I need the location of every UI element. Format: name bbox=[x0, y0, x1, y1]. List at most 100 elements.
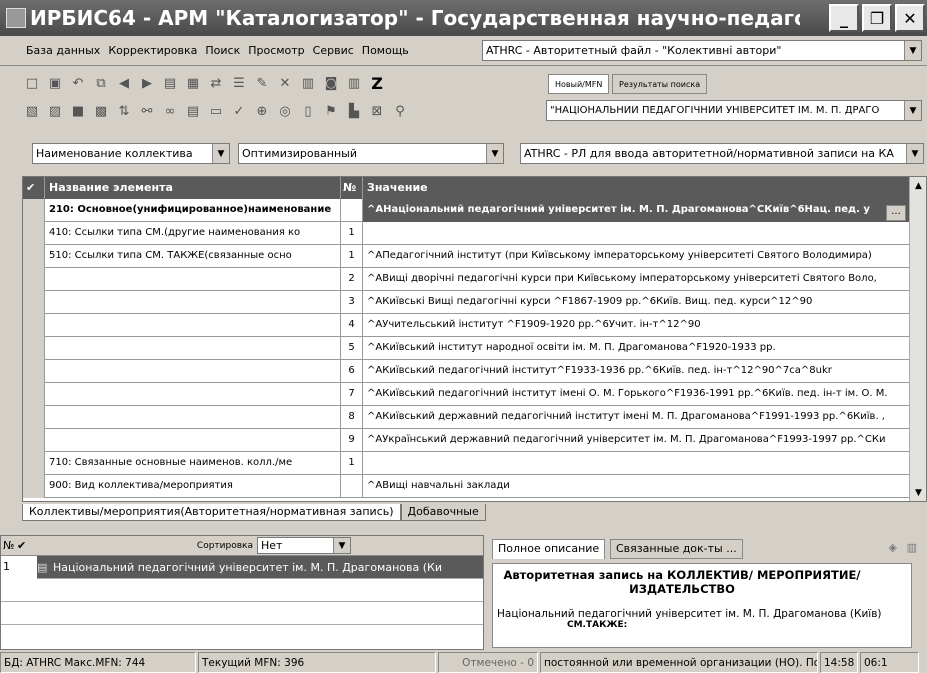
color-icon[interactable]: ■ bbox=[68, 101, 88, 121]
grid-scrollbar[interactable]: ▲ ▼ bbox=[909, 177, 926, 501]
occurrence-cell[interactable]: 7 bbox=[341, 383, 363, 406]
minimize-button[interactable]: _ bbox=[829, 4, 859, 32]
check-icon[interactable]: ✓ bbox=[229, 101, 249, 121]
field-name-cell[interactable]: 210: Основное(унифицированное)наименован… bbox=[45, 199, 341, 222]
field-name-cell[interactable]: 710: Связанные основные наименов. колл./… bbox=[45, 452, 341, 475]
maximize-button[interactable]: ❐ bbox=[862, 4, 892, 32]
header-name[interactable]: Название элемента bbox=[45, 177, 341, 199]
list-icon[interactable]: ☰ bbox=[229, 73, 249, 93]
new-record-icon[interactable]: □ bbox=[22, 73, 42, 93]
field-name-cell[interactable] bbox=[45, 291, 341, 314]
field-name-cell[interactable]: 410: Ссылки типа СМ.(другие наименования… bbox=[45, 222, 341, 245]
sort-icon[interactable]: ⇅ bbox=[114, 101, 134, 121]
chevron-down-icon[interactable]: ▼ bbox=[904, 101, 921, 120]
grid-icon[interactable]: ▦ bbox=[183, 73, 203, 93]
field-name-cell[interactable] bbox=[45, 268, 341, 291]
view-icon[interactable]: ◎ bbox=[275, 101, 295, 121]
tab-new-mfn[interactable]: Новый/MFN bbox=[548, 74, 610, 94]
field-name-cell[interactable]: 510: Ссылки типа СМ. ТАКЖЕ(связанные осн… bbox=[45, 245, 341, 268]
mode-select[interactable]: Оптимизированный ▼ bbox=[238, 143, 504, 164]
occurrence-cell[interactable]: 5 bbox=[341, 337, 363, 360]
table-row[interactable]: 710: Связанные основные наименов. колл./… bbox=[23, 452, 911, 475]
occurrence-cell[interactable]: 1 bbox=[341, 222, 363, 245]
pattern-icon[interactable]: ▩ bbox=[91, 101, 111, 121]
tab-related-docs[interactable]: Связанные док-ты ... bbox=[610, 539, 743, 559]
scroll-down-icon[interactable]: ▼ bbox=[910, 484, 926, 501]
database-select[interactable]: ATHRC - Авторитетный файл - "Колективні … bbox=[482, 40, 922, 61]
table-row[interactable]: 3 ^AКиївські Вищі педагогічні курси ^F186… bbox=[23, 291, 911, 314]
folder-icon[interactable]: ▭ bbox=[206, 101, 226, 121]
table-row[interactable]: 2 ^AВищі дворічні педагогічні курси при К… bbox=[23, 268, 911, 291]
replace-icon[interactable]: ⇄ bbox=[206, 73, 226, 93]
field-name-cell[interactable] bbox=[45, 360, 341, 383]
menu-service[interactable]: Сервис bbox=[309, 44, 358, 57]
search-result-select[interactable]: "НАЦІОНАЛЬНИЙ ПЕДАГОГІЧНИЙ УНІВЕРСИТЕТ І… bbox=[546, 100, 922, 121]
chevron-down-icon[interactable]: ▼ bbox=[212, 144, 229, 163]
bookmark-icon[interactable]: ⚑ bbox=[321, 101, 341, 121]
field-value-cell[interactable]: ^AКиївський інститут народної освіти ім.… bbox=[363, 337, 911, 360]
field-name-cell[interactable]: 900: Вид коллектива/мероприятия bbox=[45, 475, 341, 498]
chevron-down-icon[interactable]: ▼ bbox=[333, 538, 350, 553]
occurrence-cell[interactable]: 1 bbox=[341, 245, 363, 268]
tab-additional[interactable]: Добавочные bbox=[400, 504, 486, 521]
table-row[interactable]: 6 ^AКиївський педагогічний інститут^F1933… bbox=[23, 360, 911, 383]
tag-icon[interactable]: ◈ bbox=[889, 541, 897, 554]
occurrence-cell[interactable]: 2 bbox=[341, 268, 363, 291]
bind-icon[interactable]: ∞ bbox=[160, 101, 180, 121]
tab-full-description[interactable]: Полное описание bbox=[492, 539, 606, 559]
chevron-down-icon[interactable]: ▼ bbox=[906, 144, 923, 163]
field-value-cell[interactable]: ^AКиївський державний педагогічний інсти… bbox=[363, 406, 911, 429]
occurrence-cell[interactable] bbox=[341, 475, 363, 498]
menu-view[interactable]: Просмотр bbox=[244, 44, 308, 57]
tool-icon[interactable]: ▤ bbox=[160, 73, 180, 93]
chart-icon[interactable]: ▙ bbox=[344, 101, 364, 121]
tab-search-results[interactable]: Результаты поиска bbox=[612, 74, 708, 94]
table-row[interactable]: 4 ^AУчительський інститут ^F1909-1920 рр.… bbox=[23, 314, 911, 337]
menu-database[interactable]: База данных bbox=[22, 44, 104, 57]
chevron-down-icon[interactable]: ▼ bbox=[486, 144, 503, 163]
format2-icon[interactable]: ▨ bbox=[45, 101, 65, 121]
table-row[interactable]: 8 ^AКиївський державний педагогічний інст… bbox=[23, 406, 911, 429]
table-row[interactable]: 510: Ссылки типа СМ. ТАКЖЕ(связанные осн… bbox=[23, 245, 911, 268]
field-name-cell[interactable] bbox=[45, 383, 341, 406]
table-row[interactable]: 5 ^AКиївський інститут народної освіти ім… bbox=[23, 337, 911, 360]
copy-icon[interactable]: ⧉ bbox=[91, 73, 111, 93]
export-icon[interactable]: ◙ bbox=[321, 73, 341, 93]
book-icon[interactable]: ▤ bbox=[183, 101, 203, 121]
header-num[interactable]: № bbox=[341, 177, 363, 199]
table-row[interactable]: 9 ^AУкраїнський державний педагогічний ун… bbox=[23, 429, 911, 452]
field-value-cell[interactable]: ^AКиївський педагогічний інститут^F1933-… bbox=[363, 360, 911, 383]
field-value-cell[interactable]: ^AКиївський педагогічний інститут імені … bbox=[363, 383, 911, 406]
occurrence-cell[interactable]: 3 bbox=[341, 291, 363, 314]
field-value-cell[interactable]: ^AУкраїнський державний педагогічний уні… bbox=[363, 429, 911, 452]
field-name-cell[interactable] bbox=[45, 314, 341, 337]
field-name-cell[interactable] bbox=[45, 337, 341, 360]
barcode-icon[interactable]: ▥ bbox=[344, 73, 364, 93]
save-icon[interactable]: ▣ bbox=[45, 73, 65, 93]
link-icon[interactable]: ⚯ bbox=[137, 101, 157, 121]
field-value-cell[interactable] bbox=[363, 452, 911, 475]
chevron-down-icon[interactable]: ▼ bbox=[904, 41, 921, 60]
field-value-cell[interactable]: ^AКиївські Вищі педагогічні курси ^F1867… bbox=[363, 291, 911, 314]
print-icon[interactable]: ▥ bbox=[907, 541, 917, 554]
undo-icon[interactable]: ↶ bbox=[68, 73, 88, 93]
worksheet-select[interactable]: ATHRC - РЛ для ввода авторитетной/нормат… bbox=[520, 143, 924, 164]
close-button[interactable]: ✕ bbox=[895, 4, 925, 32]
print-icon[interactable]: ▥ bbox=[298, 73, 318, 93]
occurrence-cell[interactable]: 4 bbox=[341, 314, 363, 337]
previous-icon[interactable]: ◀ bbox=[114, 73, 134, 93]
filter-icon[interactable]: ⚲ bbox=[390, 101, 410, 121]
field-value-cell[interactable]: ^AВищі дворічні педагогічні курси при Ки… bbox=[363, 268, 911, 291]
header-value[interactable]: Значение bbox=[363, 177, 911, 199]
field-value-cell[interactable]: ^AВищі навчальні заклади bbox=[363, 475, 911, 498]
page-icon[interactable]: ▯ bbox=[298, 101, 318, 121]
delete-icon[interactable]: ✕ bbox=[275, 73, 295, 93]
field-value-cell[interactable]: ^AУчительський інститут ^F1909-1920 рр.^… bbox=[363, 314, 911, 337]
menu-help[interactable]: Помощь bbox=[358, 44, 413, 57]
close-doc-icon[interactable]: ⊠ bbox=[367, 101, 387, 121]
edit-icon[interactable]: ✎ bbox=[252, 73, 272, 93]
table-row[interactable]: 410: Ссылки типа СМ.(другие наименования… bbox=[23, 222, 911, 245]
z-button[interactable]: Z bbox=[367, 73, 387, 93]
scroll-up-icon[interactable]: ▲ bbox=[910, 177, 926, 194]
field-name-cell[interactable] bbox=[45, 429, 341, 452]
